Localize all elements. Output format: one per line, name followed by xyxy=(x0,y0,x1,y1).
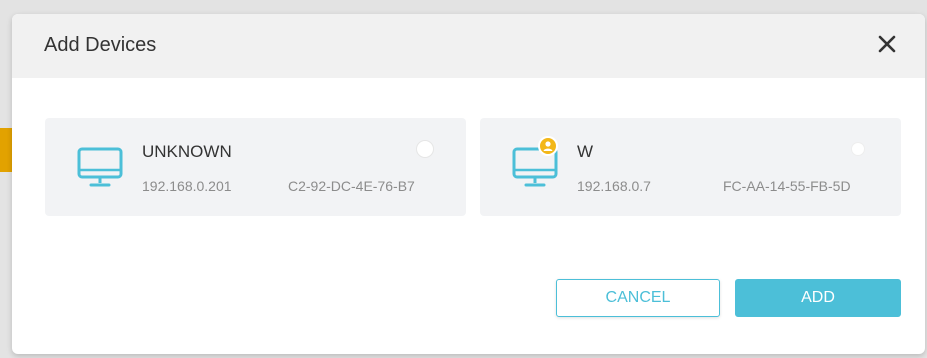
add-devices-dialog: Add Devices UNKNOWN 192.168.0.201 C2-92-… xyxy=(12,14,925,354)
close-button[interactable] xyxy=(875,32,899,56)
monitor-icon xyxy=(77,147,123,187)
device-card-unknown[interactable]: UNKNOWN 192.168.0.201 C2-92-DC-4E-76-B7 xyxy=(45,118,466,216)
background-accent-strip xyxy=(0,128,12,172)
dialog-title: Add Devices xyxy=(44,34,157,56)
device-mac: C2-92-DC-4E-76-B7 xyxy=(288,178,415,194)
device-list: UNKNOWN 192.168.0.201 C2-92-DC-4E-76-B7 xyxy=(45,118,901,216)
add-button[interactable]: ADD xyxy=(735,279,901,317)
device-ip: 192.168.0.201 xyxy=(142,178,232,194)
device-name: UNKNOWN xyxy=(142,142,232,161)
device-ip: 192.168.0.7 xyxy=(577,178,651,194)
close-icon xyxy=(878,35,896,53)
user-badge-icon xyxy=(538,136,558,156)
device-select-radio[interactable] xyxy=(851,142,865,156)
cancel-button[interactable]: CANCEL xyxy=(556,279,720,317)
screen: Add Devices UNKNOWN 192.168.0.201 C2-92-… xyxy=(0,0,927,358)
dialog-header: Add Devices xyxy=(12,14,925,78)
device-name: W xyxy=(577,142,594,161)
device-mac: FC-AA-14-55-FB-5D xyxy=(723,178,851,194)
device-card-w[interactable]: W 192.168.0.7 FC-AA-14-55-FB-5D xyxy=(480,118,901,216)
device-select-radio[interactable] xyxy=(416,140,434,158)
